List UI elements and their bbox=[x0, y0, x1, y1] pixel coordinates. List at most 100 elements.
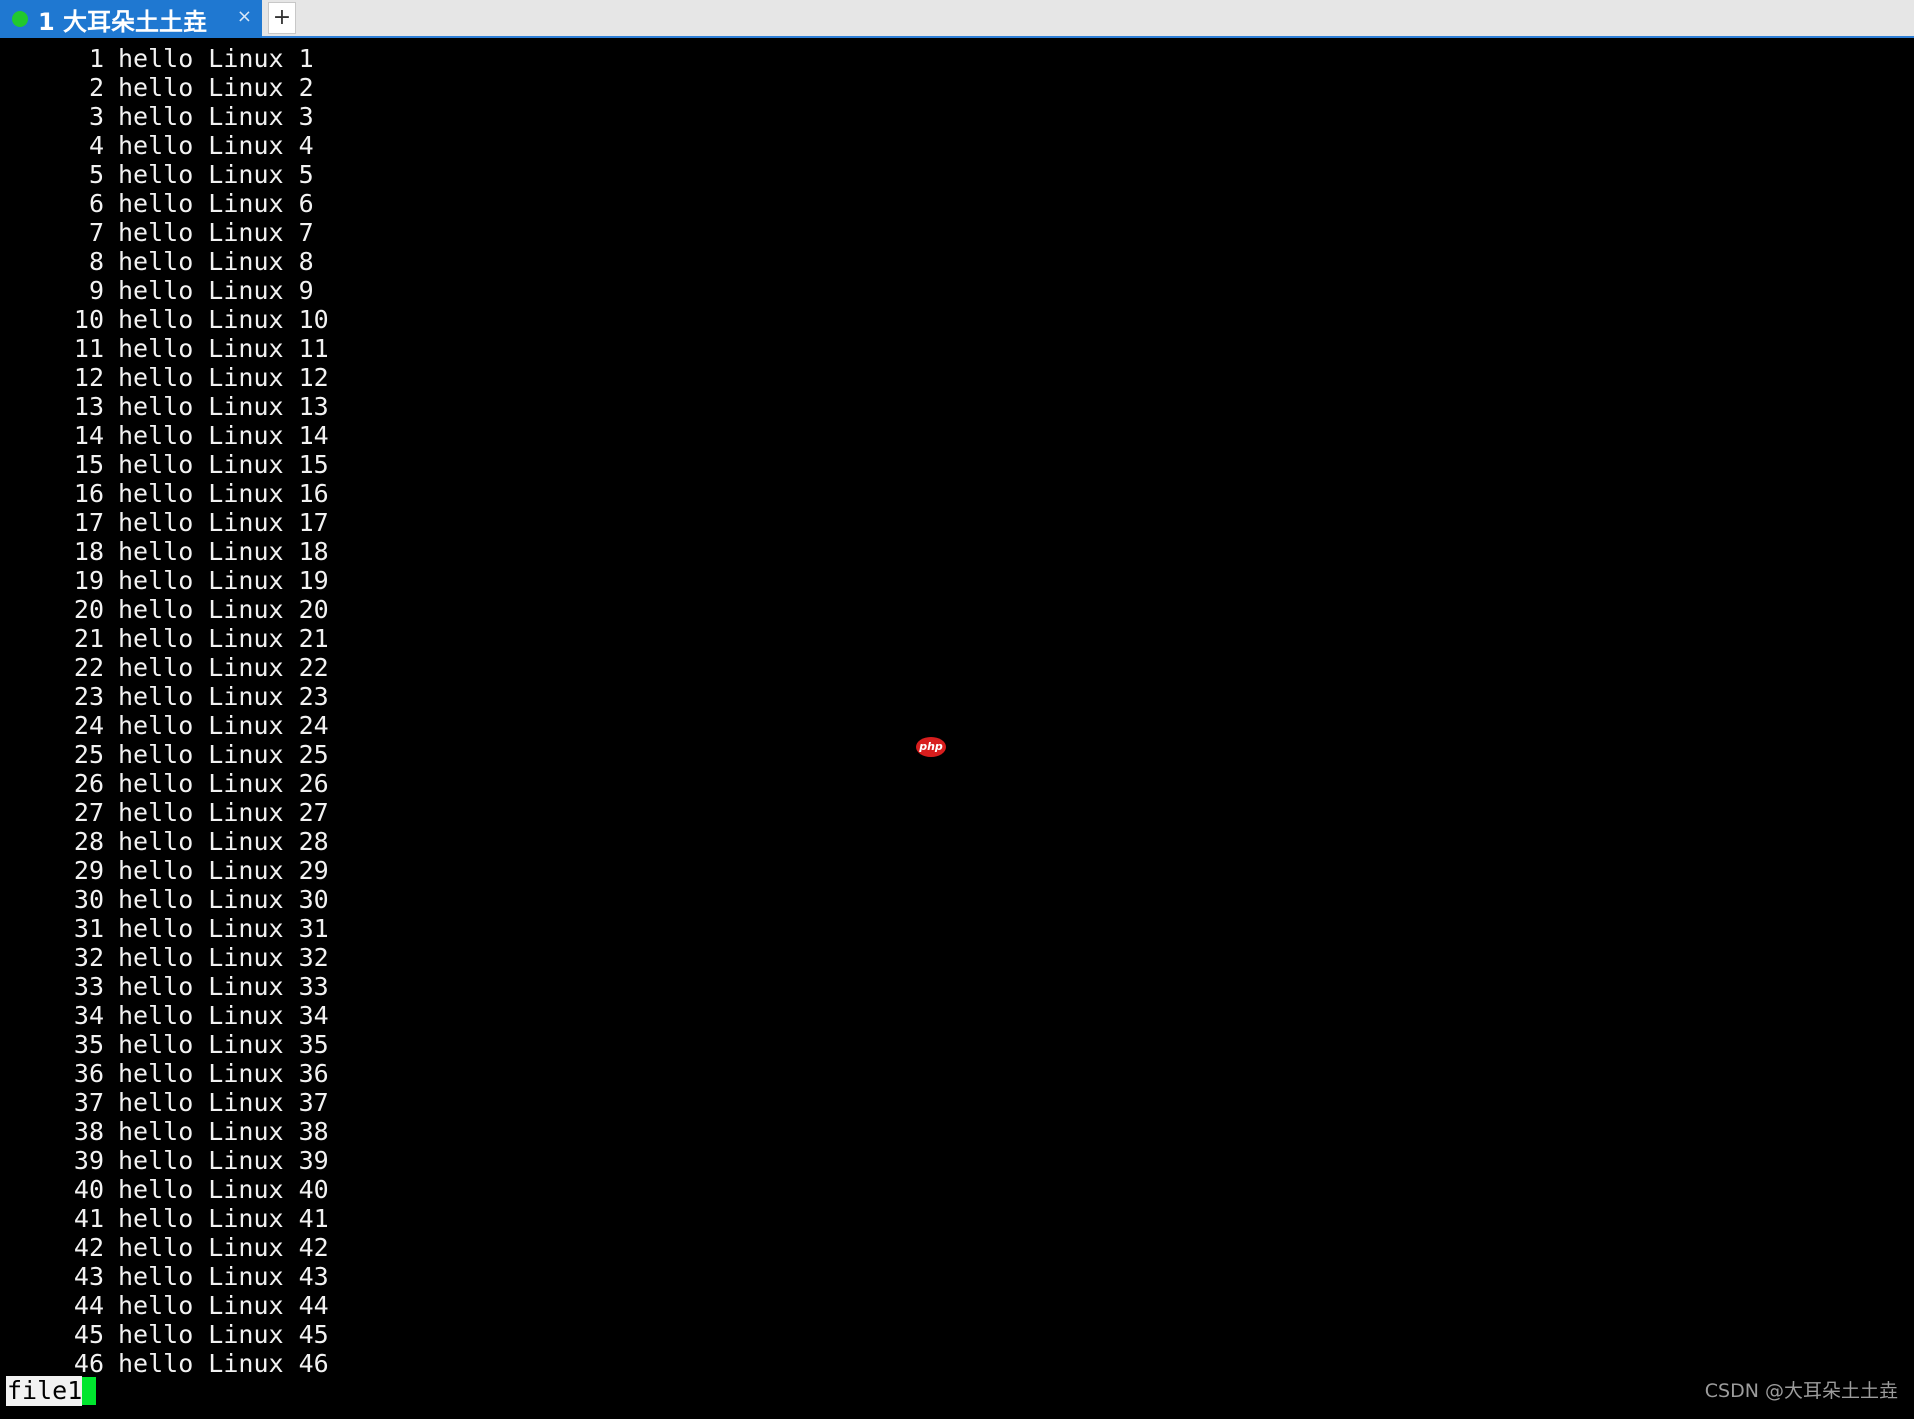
text-cursor bbox=[82, 1377, 97, 1405]
terminal-line: 45 hello Linux 45 bbox=[0, 1320, 329, 1349]
line-text: hello Linux 43 bbox=[118, 1262, 329, 1291]
tab-label: 1 大耳朵土土垚 bbox=[38, 7, 208, 36]
terminal-line: 24 hello Linux 24 bbox=[0, 711, 329, 740]
terminal-line: 41 hello Linux 41 bbox=[0, 1204, 329, 1233]
line-text: hello Linux 27 bbox=[118, 798, 329, 827]
terminal-line: 44 hello Linux 44 bbox=[0, 1291, 329, 1320]
terminal-line: 1 hello Linux 1 bbox=[0, 44, 329, 73]
status-filename: file1 bbox=[6, 1376, 83, 1406]
line-number: 2 bbox=[88, 73, 104, 102]
line-text: hello Linux 18 bbox=[118, 537, 329, 566]
line-number: 42 bbox=[73, 1233, 104, 1262]
terminal-line: 27 hello Linux 27 bbox=[0, 798, 329, 827]
line-number: 29 bbox=[73, 856, 104, 885]
terminal-line: 23 hello Linux 23 bbox=[0, 682, 329, 711]
line-text: hello Linux 1 bbox=[118, 44, 314, 73]
line-text: hello Linux 29 bbox=[118, 856, 329, 885]
line-text: hello Linux 15 bbox=[118, 450, 329, 479]
line-number: 22 bbox=[73, 653, 104, 682]
terminal-line: 15 hello Linux 15 bbox=[0, 450, 329, 479]
terminal-line: 40 hello Linux 40 bbox=[0, 1175, 329, 1204]
terminal-line: 22 hello Linux 22 bbox=[0, 653, 329, 682]
line-text: hello Linux 35 bbox=[118, 1030, 329, 1059]
line-text: hello Linux 5 bbox=[118, 160, 314, 189]
line-text: hello Linux 37 bbox=[118, 1088, 329, 1117]
line-text: hello Linux 45 bbox=[118, 1320, 329, 1349]
line-text: hello Linux 26 bbox=[118, 769, 329, 798]
line-text: hello Linux 7 bbox=[118, 218, 314, 247]
terminal-line: 29 hello Linux 29 bbox=[0, 856, 329, 885]
terminal-line: 28 hello Linux 28 bbox=[0, 827, 329, 856]
terminal-line: 4 hello Linux 4 bbox=[0, 131, 329, 160]
terminal-line: 21 hello Linux 21 bbox=[0, 624, 329, 653]
terminal-line: 19 hello Linux 19 bbox=[0, 566, 329, 595]
line-number: 25 bbox=[73, 740, 104, 769]
line-text: hello Linux 38 bbox=[118, 1117, 329, 1146]
terminal-line: 6 hello Linux 6 bbox=[0, 189, 329, 218]
terminal-line: 13 hello Linux 13 bbox=[0, 392, 329, 421]
line-number: 11 bbox=[73, 334, 104, 363]
line-number: 9 bbox=[88, 276, 104, 305]
terminal-line: 36 hello Linux 36 bbox=[0, 1059, 329, 1088]
terminal-line: 35 hello Linux 35 bbox=[0, 1030, 329, 1059]
line-text: hello Linux 2 bbox=[118, 73, 314, 102]
terminal-line: 7 hello Linux 7 bbox=[0, 218, 329, 247]
line-number: 27 bbox=[73, 798, 104, 827]
terminal-line: 43 hello Linux 43 bbox=[0, 1262, 329, 1291]
line-number: 41 bbox=[73, 1204, 104, 1233]
new-tab-button[interactable]: + bbox=[268, 2, 296, 34]
line-number: 17 bbox=[73, 508, 104, 537]
terminal-line: 33 hello Linux 33 bbox=[0, 972, 329, 1001]
line-text: hello Linux 3 bbox=[118, 102, 314, 131]
line-number: 20 bbox=[73, 595, 104, 624]
line-number: 39 bbox=[73, 1146, 104, 1175]
terminal-line: 2 hello Linux 2 bbox=[0, 73, 329, 102]
line-number: 3 bbox=[88, 102, 104, 131]
connection-status-icon bbox=[12, 11, 28, 27]
line-number: 46 bbox=[73, 1349, 104, 1378]
line-number: 24 bbox=[73, 711, 104, 740]
line-number: 7 bbox=[88, 218, 104, 247]
line-text: hello Linux 42 bbox=[118, 1233, 329, 1262]
line-number: 18 bbox=[73, 537, 104, 566]
php-logo-icon: php bbox=[916, 737, 946, 757]
terminal-output[interactable]: 1 hello Linux 1 2 hello Linux 2 3 hello Linux… bbox=[0, 38, 1914, 1419]
terminal-line: 5 hello Linux 5 bbox=[0, 160, 329, 189]
terminal-line: 26 hello Linux 26 bbox=[0, 769, 329, 798]
line-number: 15 bbox=[73, 450, 104, 479]
line-number: 8 bbox=[88, 247, 104, 276]
terminal-line: 3 hello Linux 3 bbox=[0, 102, 329, 131]
terminal-line: 11 hello Linux 11 bbox=[0, 334, 329, 363]
line-text: hello Linux 36 bbox=[118, 1059, 329, 1088]
line-text: hello Linux 13 bbox=[118, 392, 329, 421]
line-text: hello Linux 44 bbox=[118, 1291, 329, 1320]
line-text: hello Linux 6 bbox=[118, 189, 314, 218]
line-number: 1 bbox=[88, 44, 104, 73]
line-number: 43 bbox=[73, 1262, 104, 1291]
line-text: hello Linux 33 bbox=[118, 972, 329, 1001]
line-number: 30 bbox=[73, 885, 104, 914]
line-text: hello Linux 16 bbox=[118, 479, 329, 508]
line-text: hello Linux 41 bbox=[118, 1204, 329, 1233]
line-number: 33 bbox=[73, 972, 104, 1001]
status-line: file1 bbox=[6, 1376, 97, 1406]
terminal-line: 14 hello Linux 14 bbox=[0, 421, 329, 450]
line-text: hello Linux 17 bbox=[118, 508, 329, 537]
terminal-line: 31 hello Linux 31 bbox=[0, 914, 329, 943]
line-number: 38 bbox=[73, 1117, 104, 1146]
line-number: 45 bbox=[73, 1320, 104, 1349]
line-number: 13 bbox=[73, 392, 104, 421]
line-number: 37 bbox=[73, 1088, 104, 1117]
line-text: hello Linux 12 bbox=[118, 363, 329, 392]
session-tab[interactable]: 1 大耳朵土土垚 × bbox=[0, 0, 262, 38]
line-number: 12 bbox=[73, 363, 104, 392]
line-text: hello Linux 4 bbox=[118, 131, 314, 160]
close-icon[interactable]: × bbox=[237, 6, 252, 27]
line-number: 16 bbox=[73, 479, 104, 508]
line-text: hello Linux 21 bbox=[118, 624, 329, 653]
terminal-line: 20 hello Linux 20 bbox=[0, 595, 329, 624]
line-number: 31 bbox=[73, 914, 104, 943]
terminal-line: 34 hello Linux 34 bbox=[0, 1001, 329, 1030]
terminal-line: 39 hello Linux 39 bbox=[0, 1146, 329, 1175]
terminal-line: 25 hello Linux 25 bbox=[0, 740, 329, 769]
